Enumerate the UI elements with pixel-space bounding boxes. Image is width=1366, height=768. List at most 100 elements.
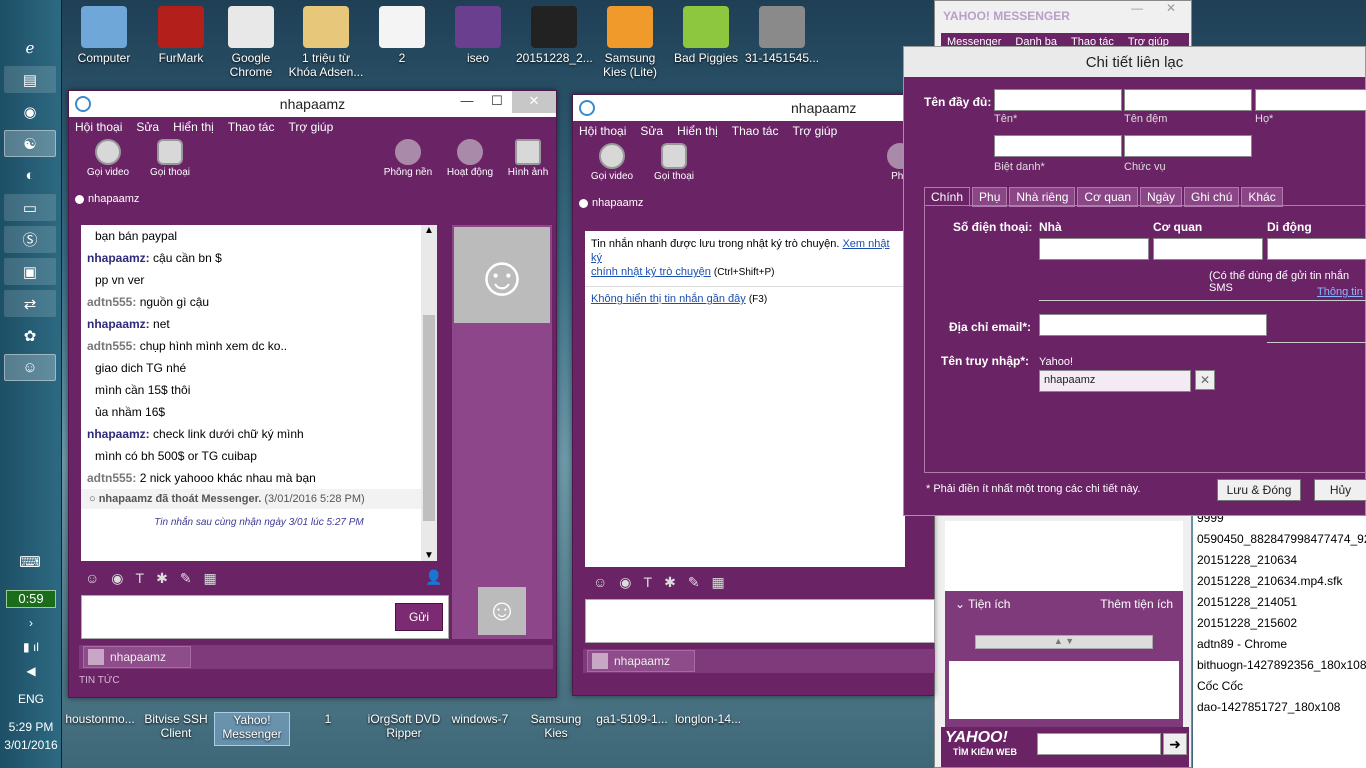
chevron-right-icon[interactable]: › [0, 616, 62, 630]
log-settings-link[interactable]: chính nhật ký trò chuyện [591, 266, 711, 278]
activity-button[interactable]: Hoạt động [445, 139, 495, 178]
desktop-icon-bottom[interactable]: 1 [290, 712, 366, 746]
desktop-icon-top[interactable]: Google Chrome [213, 6, 289, 79]
scroll-thumb[interactable] [423, 315, 435, 521]
chat-scrollbar[interactable]: ▲ ▼ [421, 225, 437, 561]
voice-call-button-2[interactable]: Gọi thoại [649, 143, 699, 182]
middle-name-field[interactable] [1124, 89, 1252, 111]
dialog-tab[interactable]: Nhà riêng [1009, 187, 1076, 207]
message-input-2[interactable] [585, 599, 935, 643]
language-indicator[interactable]: ENG [0, 692, 62, 706]
remove-login-icon[interactable]: ✕ [1195, 370, 1215, 390]
desktop-icon-top[interactable]: 31-1451545... [744, 6, 820, 65]
volume-icon[interactable]: ◀ [0, 664, 62, 678]
job-title-field[interactable] [1124, 135, 1252, 157]
monitor-icon[interactable]: ▭ [4, 194, 56, 221]
menu-item[interactable]: Trợ giúp [288, 117, 333, 137]
chat-window-2-titlebar[interactable]: nhapaamz [573, 95, 934, 121]
buzz-icon[interactable]: ✱ [664, 574, 676, 591]
chrome-icon[interactable]: ◉ [4, 98, 56, 125]
desktop-icon-bottom[interactable]: ga1-5109-1... [594, 712, 670, 746]
ym-add-utility[interactable]: Thêm tiện ích [1100, 597, 1173, 611]
last-name-field[interactable] [1255, 89, 1366, 111]
desktop-icon-bottom[interactable]: windows-7 [442, 712, 518, 746]
screenshot-icon[interactable]: ▦ [204, 570, 217, 587]
nudge-icon[interactable]: ◉ [111, 570, 123, 587]
emoticon-icon[interactable]: ☺ [593, 574, 607, 590]
minimize-icon[interactable]: — [452, 91, 482, 113]
dialog-title[interactable]: Chi tiết liên lạc [904, 47, 1365, 77]
chat-tab-nhapaamz[interactable]: nhapaamz [83, 646, 192, 668]
scroll-up-icon[interactable]: ▲ [421, 225, 437, 236]
battery-signal-icon[interactable]: ▮ ıl [0, 640, 62, 654]
ym-utilities-bar[interactable]: ⌄ Tiện ích Thêm tiện ích [945, 591, 1183, 617]
dialog-tab[interactable]: Khác [1241, 187, 1283, 207]
dialog-tab[interactable]: Ngày [1140, 187, 1183, 207]
clock-time[interactable]: 5:29 PM [0, 720, 62, 734]
menu-item[interactable]: Sửa [136, 117, 159, 137]
desktop-icon-bottom[interactable]: Yahoo! Messenger [214, 712, 290, 746]
desktop-icon-bottom[interactable]: Bitvise SSH Client [138, 712, 214, 746]
menu-item[interactable]: Hội thoại [579, 121, 626, 141]
nickname-field[interactable] [994, 135, 1122, 157]
chat-tab-nhapaamz-2[interactable]: nhapaamz [587, 650, 696, 672]
file-item[interactable]: 0590450_882847998477474_9284 [1197, 529, 1366, 550]
ie-icon[interactable]: ℯ [4, 34, 56, 61]
contact-person-icon[interactable]: 👤 [425, 569, 442, 586]
keyboard-icon[interactable]: ⌨ [4, 548, 56, 575]
file-item[interactable]: 20151228_210634.mp4.sfk [1197, 571, 1366, 592]
login-id-field[interactable]: nhapaamz [1039, 370, 1191, 392]
file-item[interactable]: 20151228_214051 [1197, 592, 1366, 613]
ym-search-input[interactable] [1037, 733, 1161, 755]
minimize-icon[interactable]: — [1123, 1, 1151, 15]
media-icon[interactable]: ▣ [4, 258, 56, 285]
dialog-tab[interactable]: Ghi chú [1184, 187, 1240, 207]
nudge-icon[interactable]: ◉ [619, 574, 631, 591]
dialog-tab[interactable]: Cơ quan [1077, 187, 1138, 207]
desktop-icon-top[interactable]: Samsung Kies (Lite) [592, 6, 668, 79]
coccoc-icon[interactable]: ☯ [4, 130, 56, 157]
maximize-icon[interactable]: ☐ [482, 91, 512, 113]
attach-icon[interactable]: ✎ [180, 570, 192, 587]
emoticon-icon[interactable]: ☺ [85, 570, 99, 586]
close-icon[interactable]: ✕ [1151, 1, 1191, 15]
desktop-icon-top[interactable]: iseo [440, 6, 516, 65]
news-footer[interactable]: TIN TỨC [79, 675, 120, 686]
text-format-icon[interactable]: T [644, 574, 653, 590]
menu-item[interactable]: Thao tác [228, 117, 275, 137]
office-phone-field[interactable] [1153, 238, 1263, 260]
file-item[interactable]: adtn89 - Chrome [1197, 634, 1366, 655]
desktop-icon-bottom[interactable]: iOrgSoft DVD Ripper [366, 712, 442, 746]
file-item[interactable]: 20151228_215602 [1197, 613, 1366, 634]
menu-item[interactable]: Hội thoại [75, 117, 122, 137]
mobile-phone-field[interactable] [1267, 238, 1366, 260]
send-button[interactable]: Gửi [395, 603, 443, 631]
firefox-icon[interactable]: ◐ [4, 162, 56, 189]
home-phone-field[interactable] [1039, 238, 1149, 260]
desktop-icon-top[interactable]: 1 triệu từ Khóa Adsen... [288, 6, 364, 79]
desktop-icon-top[interactable]: Computer [66, 6, 142, 65]
desktop-icon-bottom[interactable]: longlon-14... [670, 712, 746, 746]
first-name-field[interactable] [994, 89, 1122, 111]
menu-item[interactable]: Trợ giúp [792, 121, 837, 141]
desktop-icon-top[interactable]: FurMark [143, 6, 219, 65]
chat-window-1-titlebar[interactable]: nhapaamz — ☐ ✕ [69, 91, 556, 117]
menu-item[interactable]: Sửa [640, 121, 663, 141]
email-field[interactable] [1039, 314, 1267, 336]
file-explorer-icon[interactable]: ▤ [4, 66, 56, 93]
screenshot-icon[interactable]: ▦ [712, 574, 725, 591]
ym-utilities-label[interactable]: ⌄ Tiện ích [955, 597, 1010, 611]
hide-recent-link[interactable]: Không hiển thị tin nhắn gần đây [591, 293, 746, 305]
desktop-icon-bottom[interactable]: houstonmo... [62, 712, 138, 746]
text-format-icon[interactable]: T [136, 570, 145, 586]
close-icon[interactable]: ✕ [512, 91, 556, 113]
background-button[interactable]: Phông nền [383, 139, 433, 178]
desktop-icon-top[interactable]: 2 [364, 6, 440, 65]
dialog-tab[interactable]: Phụ [972, 187, 1008, 207]
photos-button[interactable]: Hình ảnh [503, 139, 553, 178]
coccoc-icon-2[interactable]: ✿ [4, 322, 56, 349]
scroll-down-icon[interactable]: ▼ [421, 550, 437, 561]
voice-call-button[interactable]: Gọi thoại [145, 139, 195, 178]
desktop-icon-top[interactable]: Bad Piggies [668, 6, 744, 65]
yahoo-messenger-icon[interactable]: ☺ [4, 354, 56, 381]
